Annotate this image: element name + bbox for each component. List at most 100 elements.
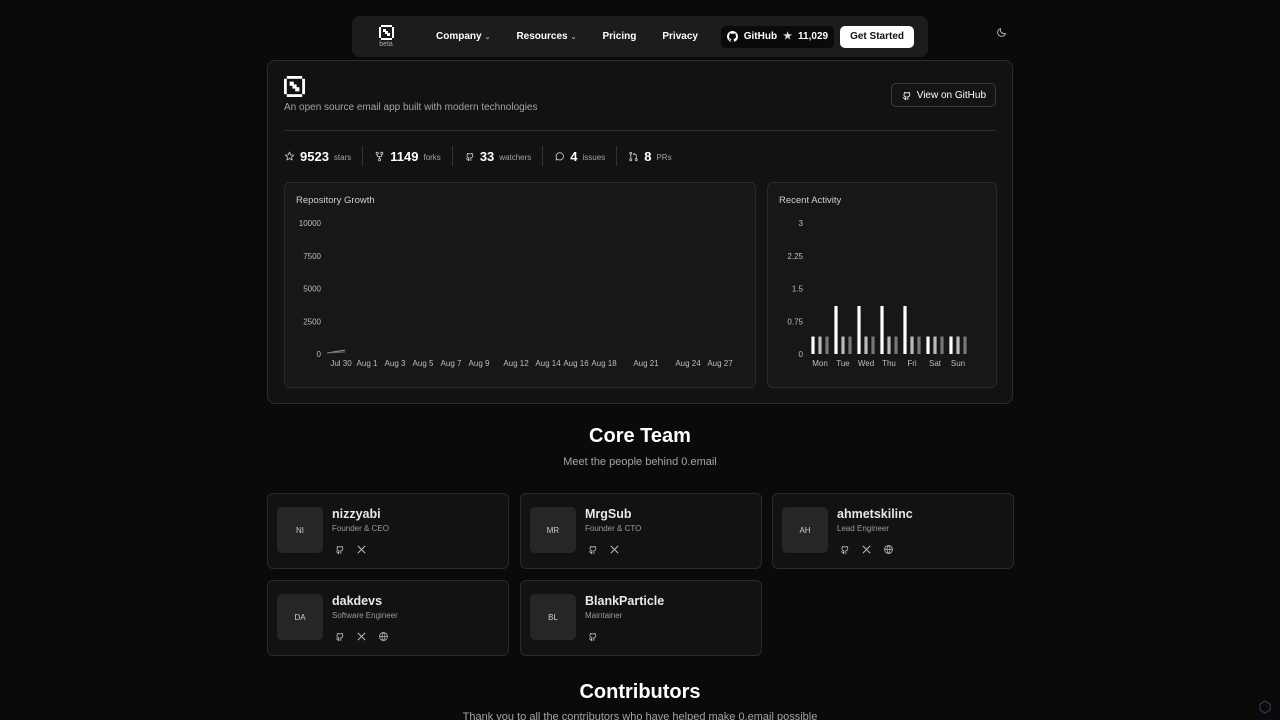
- member-role: Software Engineer: [332, 611, 398, 620]
- x-link-icon[interactable]: [861, 544, 872, 555]
- x-link-icon[interactable]: [356, 544, 367, 555]
- x-tick-label: Tue: [836, 359, 850, 368]
- activity-bar: [926, 336, 930, 354]
- x-tick-label: Aug 7: [441, 359, 462, 368]
- github-link-icon[interactable]: [587, 544, 598, 555]
- brand-logo[interactable]: beta: [366, 25, 406, 48]
- github-stars-button[interactable]: GitHub ★ 11,029: [720, 25, 835, 48]
- repository-growth-chart: Repository Growth 10000 7500 5000 2500 0 Jul …: [284, 182, 756, 388]
- activity-bar: [834, 305, 838, 354]
- hexagon-logo-icon: [1259, 700, 1271, 714]
- stat-stars: 9523 stars: [284, 146, 364, 166]
- github-star-count: 11,029: [798, 31, 829, 42]
- nav-label: Company: [436, 31, 482, 42]
- top-navbar: beta Company ⌄ Resources ⌄ Pricing Privacy…: [352, 16, 928, 57]
- team-member-card: DA dakdevs Software Engineer: [267, 580, 509, 656]
- x-tick-label: Sat: [929, 359, 942, 368]
- recent-activity-chart: Recent Activity 3 2.25 1.5 0.75 0 Mon Tue Wed Th…: [767, 182, 997, 388]
- member-name: MrgSub: [585, 507, 632, 521]
- activity-bar: [871, 336, 875, 354]
- y-tick-label: 0.75: [787, 317, 803, 326]
- pull-request-icon: [629, 151, 638, 161]
- repo-card: An open source email app built with mode…: [267, 60, 1013, 404]
- watermark: [1258, 700, 1272, 714]
- core-team-title: Core Team: [589, 425, 691, 447]
- star-icon: ★: [783, 31, 793, 42]
- x-tick-label: Mon: [812, 359, 828, 368]
- activity-bar: [917, 336, 921, 354]
- stat-label: PRs: [656, 153, 672, 162]
- y-tick-label: 7500: [303, 252, 321, 261]
- nav-privacy[interactable]: Privacy: [662, 31, 698, 42]
- stat-label: stars: [333, 153, 352, 162]
- github-link-icon[interactable]: [334, 544, 345, 555]
- github-link-icon[interactable]: [334, 631, 345, 642]
- globe-link-icon[interactable]: [883, 544, 894, 555]
- activity-bar: [903, 305, 907, 354]
- nav-label: Pricing: [602, 31, 637, 42]
- member-name: ahmetskilinc: [837, 507, 913, 521]
- avatar-initials: AH: [799, 525, 811, 535]
- member-links: [587, 544, 620, 555]
- x-tick-label: Aug 5: [413, 359, 434, 368]
- x-link-icon[interactable]: [356, 631, 367, 642]
- growth-chart-svg: 10000 7500 5000 2500 0 Jul 30 Aug 1 Aug 3 Aug 5 A…: [299, 219, 733, 368]
- avatar: AH: [782, 507, 828, 553]
- nav-pricing[interactable]: Pricing: [602, 31, 636, 42]
- team-member-card: AH ahmetskilinc Lead Engineer: [772, 493, 1014, 569]
- stat-value: 1149: [390, 148, 419, 164]
- x-tick-label: Aug 12: [503, 359, 529, 368]
- nav-company[interactable]: Company ⌄: [436, 31, 490, 42]
- activity-bar: [949, 336, 953, 354]
- x-tick-label: Aug 18: [591, 359, 617, 368]
- get-started-button[interactable]: Get Started: [840, 25, 914, 48]
- nav-label: Resources: [516, 31, 568, 42]
- avatar: DA: [277, 594, 323, 640]
- activity-bar: [825, 336, 829, 354]
- member-name: BlankParticle: [585, 594, 665, 608]
- x-tick-label: Sun: [951, 359, 965, 368]
- x-tick-label: Fri: [907, 359, 917, 368]
- star-icon: [284, 151, 295, 160]
- core-team-subtitle: Meet the people behind 0.email: [563, 456, 717, 468]
- github-link-icon[interactable]: [839, 544, 850, 555]
- member-role: Founder & CTO: [585, 524, 642, 533]
- avatar: BL: [530, 594, 576, 640]
- github-icon: [465, 152, 474, 161]
- stat-issues: 4 issues: [554, 146, 618, 166]
- avatar-initials: NI: [296, 525, 304, 535]
- avatar-initials: MR: [546, 525, 560, 535]
- activity-chart-svg: 3 2.25 1.5 0.75 0 Mon Tue Wed Thu Fri Sat Sun: [787, 219, 967, 368]
- x-tick-label: Aug 27: [707, 359, 733, 368]
- stat-value: 8: [644, 148, 652, 164]
- avatar: MR: [530, 507, 576, 553]
- activity-bar: [956, 336, 960, 354]
- activity-bar: [841, 336, 845, 354]
- stat-label: watchers: [499, 153, 532, 162]
- globe-link-icon[interactable]: [378, 631, 389, 642]
- zero-logo-icon: [378, 25, 394, 40]
- activity-bar: [848, 336, 852, 354]
- stat-forks: 1149 forks: [374, 146, 453, 166]
- divider: [284, 130, 996, 131]
- x-tick-label: Aug 16: [563, 359, 589, 368]
- contributors-subtitle: Thank you to all the contributors who ha…: [462, 711, 818, 720]
- view-on-github-button[interactable]: View on GitHub: [890, 83, 996, 107]
- x-tick-label: Aug 9: [469, 359, 490, 368]
- y-tick-label: 5000: [303, 285, 321, 294]
- activity-bar: [857, 305, 861, 354]
- nav-resources[interactable]: Resources ⌄: [516, 31, 576, 42]
- x-link-icon[interactable]: [609, 544, 620, 555]
- member-role: Maintainer: [585, 611, 623, 620]
- stat-value: 4: [570, 148, 578, 164]
- x-tick-label: Wed: [858, 359, 874, 368]
- zero-logo-icon: [284, 76, 305, 97]
- x-tick-label: Aug 21: [633, 359, 659, 368]
- stat-label: forks: [423, 153, 441, 162]
- nav-label: Privacy: [662, 31, 698, 42]
- github-link-icon[interactable]: [587, 631, 598, 642]
- message-icon: [555, 151, 565, 160]
- x-tick-label: Aug 14: [535, 359, 561, 368]
- moon-icon[interactable]: [996, 26, 1008, 38]
- member-links: [839, 544, 894, 555]
